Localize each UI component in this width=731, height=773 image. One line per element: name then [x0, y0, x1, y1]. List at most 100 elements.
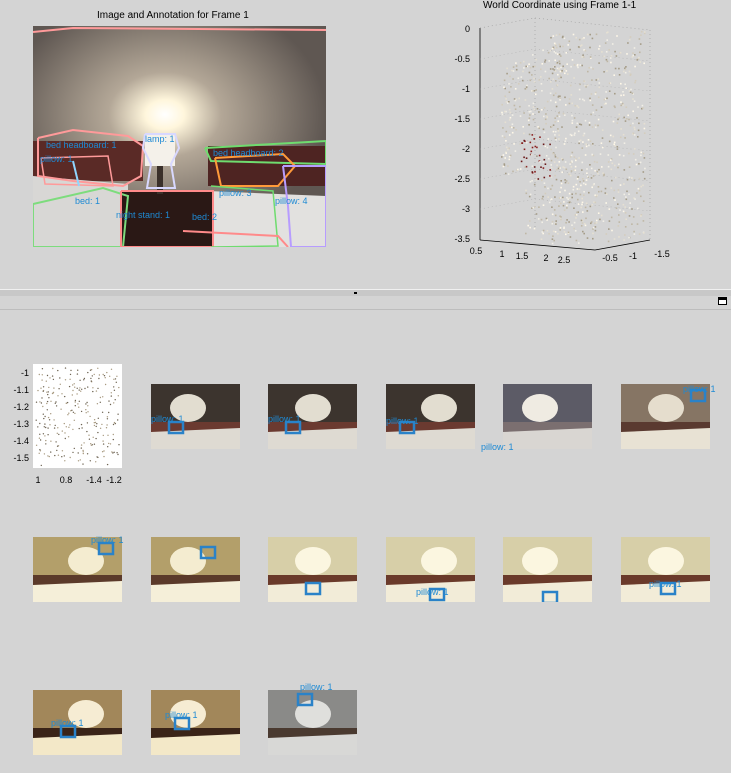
mini-point [85, 409, 87, 411]
cloud-point [610, 55, 613, 57]
cloud-point [639, 51, 641, 54]
cloud-point [568, 102, 571, 105]
annotated-frame[interactable]: bed headboard: 1 pillow: 1 bed: 1 lamp: … [32, 26, 327, 248]
frame-thumbnail[interactable] [268, 537, 357, 602]
cloud-point [595, 91, 597, 94]
frame-thumbnail[interactable] [503, 384, 592, 449]
cloud-point [605, 91, 607, 93]
mini-point [37, 426, 39, 428]
cloud-point [502, 127, 504, 129]
frame-thumbnail[interactable] [151, 690, 240, 755]
y-tick: -1.5 [654, 249, 670, 259]
cloud-point [628, 236, 630, 239]
cloud-point [628, 176, 631, 179]
cloud-point [571, 161, 573, 163]
y-tick: -0.5 [602, 253, 618, 263]
annotation-label: bed headboard: 1 [46, 140, 117, 150]
cloud-point [636, 117, 638, 119]
cloud-point [523, 156, 525, 159]
cloud-point [554, 174, 556, 177]
cloud-point [533, 183, 536, 186]
cloud-point [541, 231, 544, 233]
point-cloud-plot[interactable]: 0 -0.5 -1 -1.5 -2 -2.5 -3 -3.5 0.5 1 1.5… [440, 14, 700, 265]
cloud-point [607, 161, 610, 163]
cloud-point [520, 76, 523, 78]
cloud-point [633, 47, 636, 49]
cloud-point [605, 58, 608, 61]
mini-point [48, 386, 50, 389]
cloud-point [555, 130, 557, 133]
z-tick: -1 [462, 84, 470, 94]
cloud-point [584, 224, 587, 227]
mini-point [117, 395, 120, 397]
splitter-grip[interactable] [354, 292, 357, 294]
frame-thumbnail[interactable] [503, 537, 592, 602]
mini-point [72, 389, 74, 392]
mini-point [41, 368, 44, 370]
cloud-point [638, 233, 641, 235]
cloud-point [544, 59, 547, 61]
cloud-point [585, 143, 587, 145]
cloud-point [630, 88, 632, 91]
cloud-point [640, 195, 642, 198]
cloud-point [528, 111, 531, 113]
cloud-point [589, 164, 591, 166]
cloud-point [559, 99, 561, 101]
cloud-point [528, 195, 531, 198]
thumbnail-label: pillow: 1 [649, 579, 682, 589]
cloud-point [512, 66, 515, 68]
mini-point [92, 390, 94, 393]
x-tick: 1.5 [516, 251, 529, 261]
cloud-point [507, 173, 510, 175]
cloud-point [523, 67, 525, 69]
cloud-point [555, 52, 557, 54]
cloud-point [639, 61, 641, 63]
cloud-point [543, 131, 546, 134]
cloud-point [593, 160, 596, 163]
cloud-point [560, 186, 562, 189]
frame-thumbnail[interactable] [621, 537, 710, 602]
cloud-point [571, 102, 573, 105]
cloud-point [531, 171, 534, 173]
cloud-point [583, 191, 585, 193]
cloud-point [529, 66, 532, 69]
mini-point [48, 455, 50, 458]
cloud-point [558, 161, 561, 163]
x-tick: 1 [499, 249, 504, 259]
cloud-point [580, 219, 583, 222]
frame-thumbnail[interactable] [151, 537, 240, 602]
cloud-point [592, 237, 594, 240]
z-tick: 0 [465, 24, 470, 34]
cloud-point [643, 32, 646, 35]
cloud-point [568, 197, 571, 199]
mini-point-plot[interactable]: -1 -1.1 -1.2 -1.3 -1.4 -1.5 1 0.8 -1.4 -… [0, 360, 135, 490]
cloud-point [538, 111, 540, 113]
cloud-point [608, 208, 611, 210]
mini-point [42, 413, 44, 415]
cloud-point [606, 70, 608, 72]
frame-thumbnail[interactable] [268, 690, 357, 755]
maximize-icon[interactable] [718, 297, 727, 305]
cloud-point [590, 167, 593, 170]
cloud-point [552, 230, 555, 233]
cloud-point [549, 143, 551, 146]
cloud-point [573, 207, 575, 209]
cloud-point [581, 222, 584, 224]
cloud-point [595, 126, 597, 129]
mini-point [42, 405, 44, 408]
mini-point [90, 369, 93, 371]
cloud-point [570, 94, 573, 96]
mini-point [50, 451, 52, 453]
frame-thumbnail[interactable] [33, 537, 122, 602]
cloud-point [523, 132, 525, 135]
cloud-point [614, 176, 617, 179]
cloud-point [557, 167, 560, 170]
cloud-point [565, 168, 568, 171]
cloud-point [535, 58, 537, 61]
cloud-point [551, 238, 554, 240]
cloud-point [551, 220, 554, 223]
cloud-point [528, 71, 531, 74]
cloud-point [551, 206, 553, 208]
mini-point [45, 380, 47, 382]
mini-point [118, 444, 120, 446]
